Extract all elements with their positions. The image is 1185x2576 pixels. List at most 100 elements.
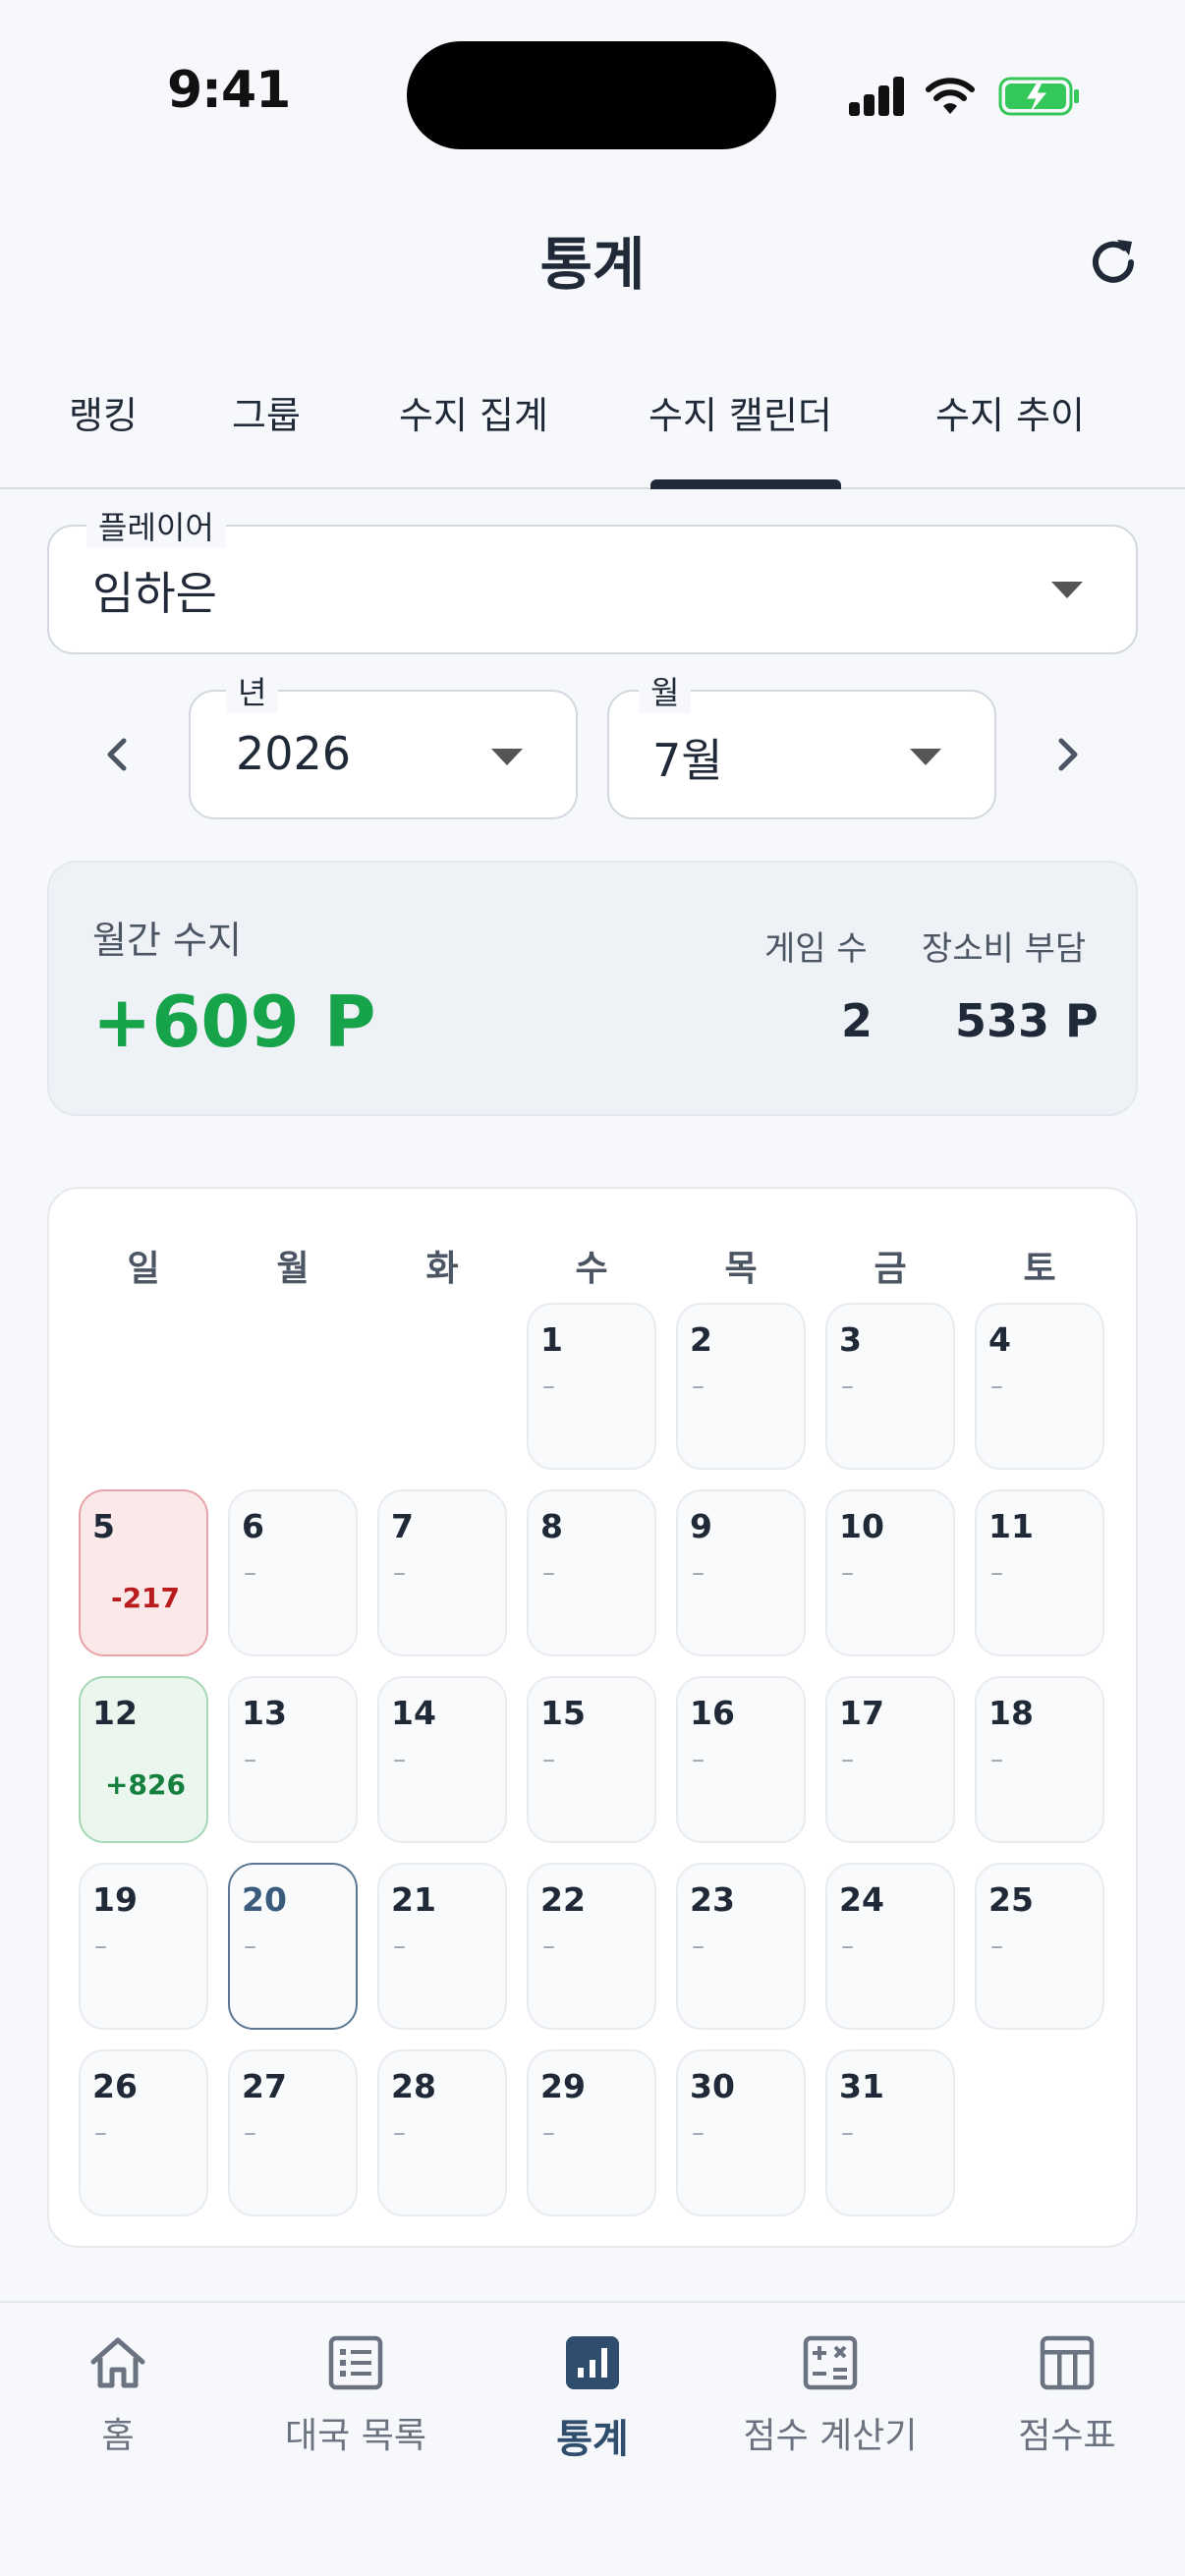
calendar-day[interactable]: 15 – bbox=[527, 1676, 656, 1843]
calendar-day-number: 15 bbox=[540, 1694, 586, 1732]
calendar-day[interactable]: 14 – bbox=[377, 1676, 507, 1843]
calendar-day[interactable]: 20 – bbox=[228, 1863, 358, 2030]
calendar-day-number: 21 bbox=[391, 1880, 436, 1919]
calendar-day-balance: – bbox=[244, 1932, 256, 1961]
calendar-day-number: 14 bbox=[391, 1694, 436, 1732]
player-select-value: 임하은 bbox=[92, 567, 217, 620]
calendar-day-number: 11 bbox=[988, 1507, 1034, 1545]
month-select[interactable]: 월 7월 bbox=[607, 668, 996, 819]
nav-score-calculator[interactable]: 점수 계산기 bbox=[731, 2332, 930, 2458]
venue-fee-value: 533 P bbox=[955, 994, 1099, 1047]
calendar-day[interactable]: 4– bbox=[975, 1303, 1104, 1470]
chevron-down-icon bbox=[1051, 582, 1083, 598]
active-tab-indicator bbox=[650, 479, 841, 489]
calendar-day-number: 12 bbox=[92, 1694, 138, 1732]
calendar-day-number: 1 bbox=[540, 1320, 563, 1359]
status-time: 9:41 bbox=[167, 61, 291, 120]
weekday-tue: 화 bbox=[425, 1249, 459, 1289]
calendar-day-number: 17 bbox=[839, 1694, 884, 1732]
tab-bar: 랭킹 그룹 수지 집계 수지 캘린더 수지 추이 bbox=[0, 373, 1185, 489]
weekday-fri: 금 bbox=[874, 1249, 907, 1289]
games-count-value: 2 bbox=[841, 994, 874, 1047]
calendar-day-balance: – bbox=[542, 1745, 555, 1774]
calendar-day[interactable]: 23 – bbox=[676, 1863, 806, 2030]
calendar-day[interactable]: 7– bbox=[377, 1489, 507, 1656]
nav-home-label: 홈 bbox=[101, 2416, 135, 2456]
tab-group[interactable]: 그룹 bbox=[232, 385, 301, 439]
calendar-day-number: 27 bbox=[242, 2067, 287, 2105]
player-select[interactable]: 플레이어 임하은 bbox=[47, 503, 1138, 654]
nav-stats-label: 통계 bbox=[556, 2417, 629, 2462]
calendar-day[interactable]: 30 – bbox=[676, 2049, 806, 2216]
nav-game-list-label: 대국 목록 bbox=[285, 2416, 426, 2456]
calendar-day[interactable]: 1– bbox=[527, 1303, 656, 1470]
bottom-navigation: 홈 대국 목록 통계 점수 계산기 점수표 bbox=[0, 2301, 1185, 2576]
calendar-day-number: 30 bbox=[690, 2067, 735, 2105]
calendar-day[interactable]: 29 – bbox=[527, 2049, 656, 2216]
calendar-day-number: 20 bbox=[242, 1880, 287, 1919]
calendar-day[interactable]: 18 – bbox=[975, 1676, 1104, 1843]
calendar-day[interactable]: 3– bbox=[825, 1303, 955, 1470]
prev-month-icon[interactable] bbox=[88, 725, 147, 784]
calendar-day[interactable]: 2– bbox=[676, 1303, 806, 1470]
nav-stats[interactable]: 통계 bbox=[521, 2332, 664, 2464]
calendar-day[interactable]: 6– bbox=[228, 1489, 358, 1656]
calendar-day-balance: – bbox=[542, 2118, 555, 2148]
calculator-icon bbox=[803, 2335, 858, 2390]
calendar-day-number: 29 bbox=[540, 2067, 586, 2105]
nav-score-table-label: 점수표 bbox=[1018, 2416, 1116, 2456]
calendar-day-balance: – bbox=[692, 1745, 705, 1774]
table-icon bbox=[1040, 2335, 1095, 2390]
nav-game-list[interactable]: 대국 목록 bbox=[275, 2332, 436, 2458]
calendar-day-balance: – bbox=[841, 1372, 854, 1401]
calendar-day-balance: – bbox=[990, 1932, 1003, 1961]
calendar-day[interactable]: 13 – bbox=[228, 1676, 358, 1843]
calendar-day[interactable]: 28 – bbox=[377, 2049, 507, 2216]
calendar-day[interactable]: 27 – bbox=[228, 2049, 358, 2216]
year-select[interactable]: 년 2026 bbox=[189, 668, 578, 819]
nav-score-table[interactable]: 점수표 bbox=[1008, 2332, 1126, 2458]
calendar-day[interactable]: 8– bbox=[527, 1489, 656, 1656]
calendar-day[interactable]: 17 – bbox=[825, 1676, 955, 1843]
calendar-day-number: 9 bbox=[690, 1507, 712, 1545]
calendar-day[interactable]: 21 – bbox=[377, 1863, 507, 2030]
nav-score-calculator-label: 점수 계산기 bbox=[743, 2416, 918, 2456]
tab-balance-trend[interactable]: 수지 추이 bbox=[935, 385, 1085, 439]
calendar-day[interactable]: 19 – bbox=[79, 1863, 208, 2030]
calendar-day[interactable]: 16 – bbox=[676, 1676, 806, 1843]
calendar-day-balance: – bbox=[990, 1745, 1003, 1774]
next-month-icon[interactable] bbox=[1038, 725, 1097, 784]
calendar-day-number: 2 bbox=[690, 1320, 712, 1359]
month-select-label: 월 bbox=[639, 668, 692, 713]
calendar-day[interactable]: 11 – bbox=[975, 1489, 1104, 1656]
calendar-day-number: 8 bbox=[540, 1507, 563, 1545]
calendar-day-balance: – bbox=[393, 1745, 406, 1774]
calendar-day-balance: – bbox=[841, 2118, 854, 2148]
refresh-icon[interactable] bbox=[1085, 234, 1142, 291]
monthly-balance-label: 월간 수지 bbox=[92, 919, 242, 962]
calendar-day[interactable]: 26 – bbox=[79, 2049, 208, 2216]
calendar-day-balance: – bbox=[94, 2118, 107, 2148]
calendar-day[interactable]: 12 +826 bbox=[79, 1676, 208, 1843]
year-select-label: 년 bbox=[226, 668, 279, 713]
year-select-value: 2026 bbox=[236, 727, 352, 780]
page-title: 통계 bbox=[539, 231, 646, 298]
calendar-day[interactable]: 5 -217 bbox=[79, 1489, 208, 1656]
calendar-day-balance: – bbox=[393, 1558, 406, 1588]
calendar-day-balance: – bbox=[692, 2118, 705, 2148]
tab-balance-calendar[interactable]: 수지 캘린더 bbox=[649, 385, 832, 439]
calendar-day[interactable]: 10 – bbox=[825, 1489, 955, 1656]
calendar-day-number: 31 bbox=[839, 2067, 884, 2105]
calendar-day[interactable]: 31 – bbox=[825, 2049, 955, 2216]
player-select-label: 플레이어 bbox=[86, 503, 226, 548]
calendar-day-number: 10 bbox=[839, 1507, 884, 1545]
calendar-day[interactable]: 9– bbox=[676, 1489, 806, 1656]
calendar-day[interactable]: 22 – bbox=[527, 1863, 656, 2030]
calendar-day[interactable]: 24 – bbox=[825, 1863, 955, 2030]
calendar-day-balance: – bbox=[393, 2118, 406, 2148]
calendar-day-balance: – bbox=[692, 1932, 705, 1961]
calendar-day[interactable]: 25 – bbox=[975, 1863, 1104, 2030]
tab-balance-summary[interactable]: 수지 집계 bbox=[399, 385, 548, 439]
tab-ranking[interactable]: 랭킹 bbox=[69, 385, 138, 439]
nav-home[interactable]: 홈 bbox=[51, 2332, 185, 2458]
